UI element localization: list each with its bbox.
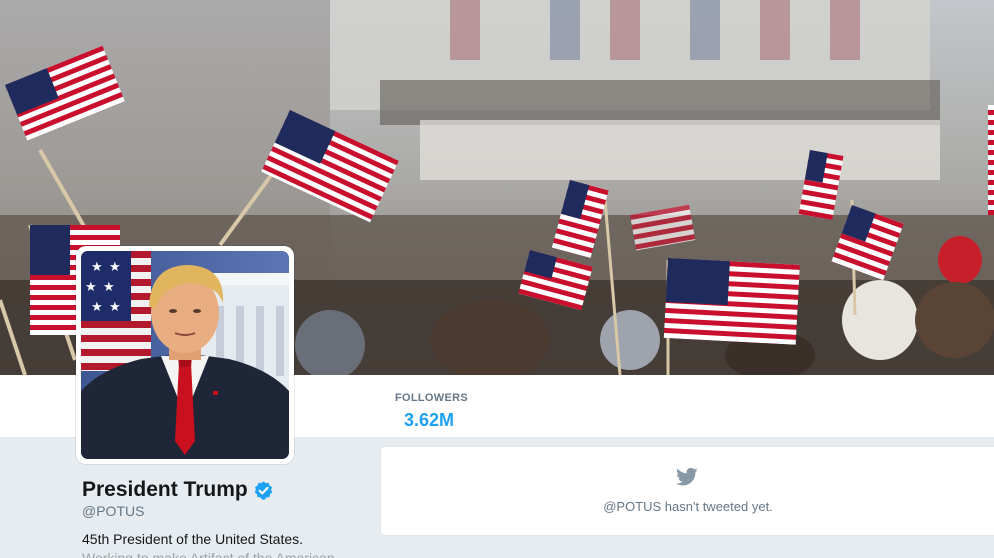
- svg-text:★: ★: [85, 280, 97, 295]
- timeline-empty-message: @POTUS hasn't tweeted yet.: [603, 499, 773, 514]
- svg-text:★: ★: [103, 280, 115, 295]
- twitter-bird-icon: [676, 467, 698, 486]
- profile-bio-continued: Working to make Artifact of the American…: [82, 550, 347, 558]
- svg-text:★: ★: [109, 260, 121, 275]
- avatar-image: ★ ★ ★ ★ ★ ★: [81, 251, 289, 459]
- profile-name[interactable]: President Trump: [82, 478, 248, 502]
- screen-name[interactable]: @POTUS: [82, 503, 144, 519]
- profile-bio: 45th President of the United States.: [82, 531, 304, 547]
- avatar-portrait: ★ ★ ★ ★ ★ ★: [81, 251, 289, 459]
- followers-label: FOLLOWERS: [395, 392, 468, 404]
- followers-stat[interactable]: FOLLOWERS 3.62M: [395, 388, 468, 431]
- svg-text:★: ★: [91, 300, 103, 315]
- profile-page: FOLLOWERS 3.62M ★ ★ ★ ★ ★ ★ President Tr…: [0, 0, 994, 558]
- followers-count[interactable]: 3.62M: [404, 410, 468, 431]
- svg-text:★: ★: [91, 260, 103, 275]
- verified-badge-icon: [254, 480, 272, 500]
- profile-avatar[interactable]: ★ ★ ★ ★ ★ ★: [76, 246, 294, 464]
- svg-text:★: ★: [109, 300, 121, 315]
- profile-name-row: President Trump: [82, 478, 274, 502]
- timeline-empty-card: @POTUS hasn't tweeted yet.: [380, 446, 994, 536]
